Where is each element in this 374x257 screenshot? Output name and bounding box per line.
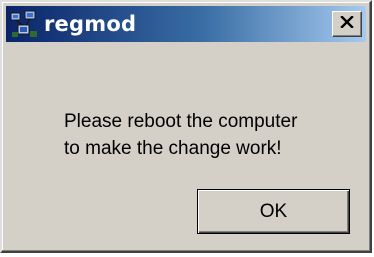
title-bar[interactable]: regmod <box>6 6 366 42</box>
app-network-icon <box>10 10 38 38</box>
dialog-message: Please reboot the computer to make the c… <box>64 108 354 162</box>
window-title: regmod <box>44 12 137 36</box>
ok-button[interactable]: OK <box>197 189 350 234</box>
message-dialog: regmod Please reboot the computer to mak… <box>0 0 372 253</box>
close-icon <box>340 15 354 33</box>
message-line-2: to make the change work! <box>64 138 282 159</box>
close-button[interactable] <box>332 11 362 37</box>
message-line-1: Please reboot the computer <box>64 111 298 132</box>
